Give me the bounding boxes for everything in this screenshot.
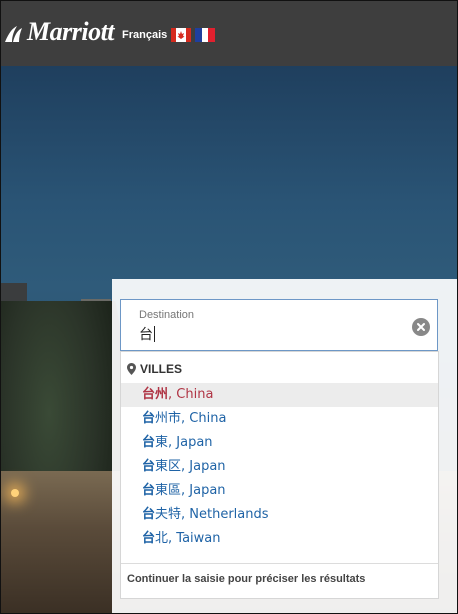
clear-icon[interactable]	[412, 318, 430, 336]
suggestion-match: 台	[142, 507, 156, 522]
suggestion-match: 台	[142, 483, 156, 498]
suggestion-match: 台州	[142, 387, 169, 402]
suggestion-rest: 州市, China	[155, 411, 227, 426]
hero-street-lamp	[11, 489, 19, 497]
destination-input[interactable]	[139, 324, 399, 344]
canada-flag-icon[interactable]	[171, 27, 192, 42]
cities-section-header: VILLES	[127, 362, 182, 376]
suggestion-match: 台	[142, 531, 156, 546]
france-flag-icon[interactable]	[195, 27, 216, 42]
text-caret	[154, 326, 155, 342]
language-switch-label[interactable]: Français	[122, 29, 167, 41]
logo-wordmark: Marriott	[27, 16, 115, 46]
destination-suggestions: VILLES 台州, China 台州市, China 台東, Japan 台東…	[120, 351, 439, 599]
cities-section-title: VILLES	[140, 362, 183, 376]
suggestion-match: 台	[142, 435, 156, 450]
site-header: Marriott Français	[1, 1, 457, 66]
suggestion-rest: 東區, Japan	[155, 483, 226, 498]
suggestion-match: 台	[142, 459, 156, 474]
marriott-logo[interactable]: Marriott	[3, 1, 115, 66]
destination-field[interactable]: Destination	[120, 299, 438, 351]
suggestion-footer-hint: Continuer la saisie pour préciser les ré…	[121, 563, 438, 599]
suggestion-rest: 東区, Japan	[155, 459, 226, 474]
suggestion-rest: 夫特, Netherlands	[155, 507, 269, 522]
suggestion-rest: , China	[168, 387, 214, 402]
suggestion-item[interactable]: 台州, China	[121, 383, 438, 407]
map-pin-icon	[127, 363, 136, 375]
clear-x-glyph	[417, 323, 425, 331]
suggestion-match: 台	[142, 411, 156, 426]
suggestion-item[interactable]: 台東區, Japan	[121, 479, 438, 503]
suggestion-list: 台州, China 台州市, China 台東, Japan 台東区, Japa…	[121, 383, 438, 551]
page-frame: Marriott Français Destination 台 VILLES 台…	[0, 0, 458, 614]
suggestion-item[interactable]: 台北, Taiwan	[121, 527, 438, 551]
destination-label: Destination	[139, 309, 195, 321]
suggestion-item[interactable]: 台東, Japan	[121, 431, 438, 455]
suggestion-rest: 北, Taiwan	[155, 531, 221, 546]
suggestion-item[interactable]: 台夫特, Netherlands	[121, 503, 438, 527]
suggestion-item[interactable]: 台州市, China	[121, 407, 438, 431]
suggestion-item[interactable]: 台東区, Japan	[121, 455, 438, 479]
suggestion-rest: 東, Japan	[155, 435, 213, 450]
marriott-mark-icon	[5, 25, 22, 42]
